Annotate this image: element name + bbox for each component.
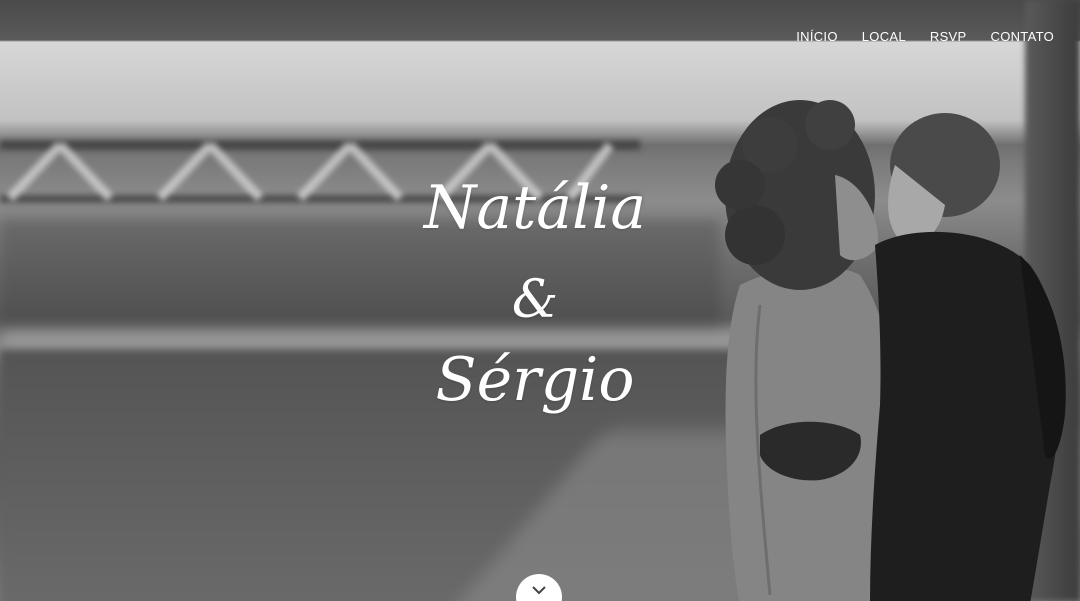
- nav-link-rsvp[interactable]: RSVP: [918, 28, 979, 46]
- hero-section: INÍCIO LOCAL RSVP CONTATO Natália & Sérg…: [0, 0, 1080, 601]
- couple-graphic: [715, 100, 1066, 601]
- nav-link-local[interactable]: LOCAL: [850, 28, 918, 46]
- couple-name-second: Sérgio: [435, 345, 635, 415]
- couple-ampersand: &: [511, 270, 559, 330]
- main-navigation: INÍCIO LOCAL RSVP CONTATO: [784, 28, 1054, 46]
- couple-name-first: Natália: [423, 173, 647, 243]
- nav-link-contato[interactable]: CONTATO: [979, 28, 1055, 46]
- nav-link-inicio[interactable]: INÍCIO: [784, 28, 850, 46]
- chevron-down-icon: [532, 586, 546, 595]
